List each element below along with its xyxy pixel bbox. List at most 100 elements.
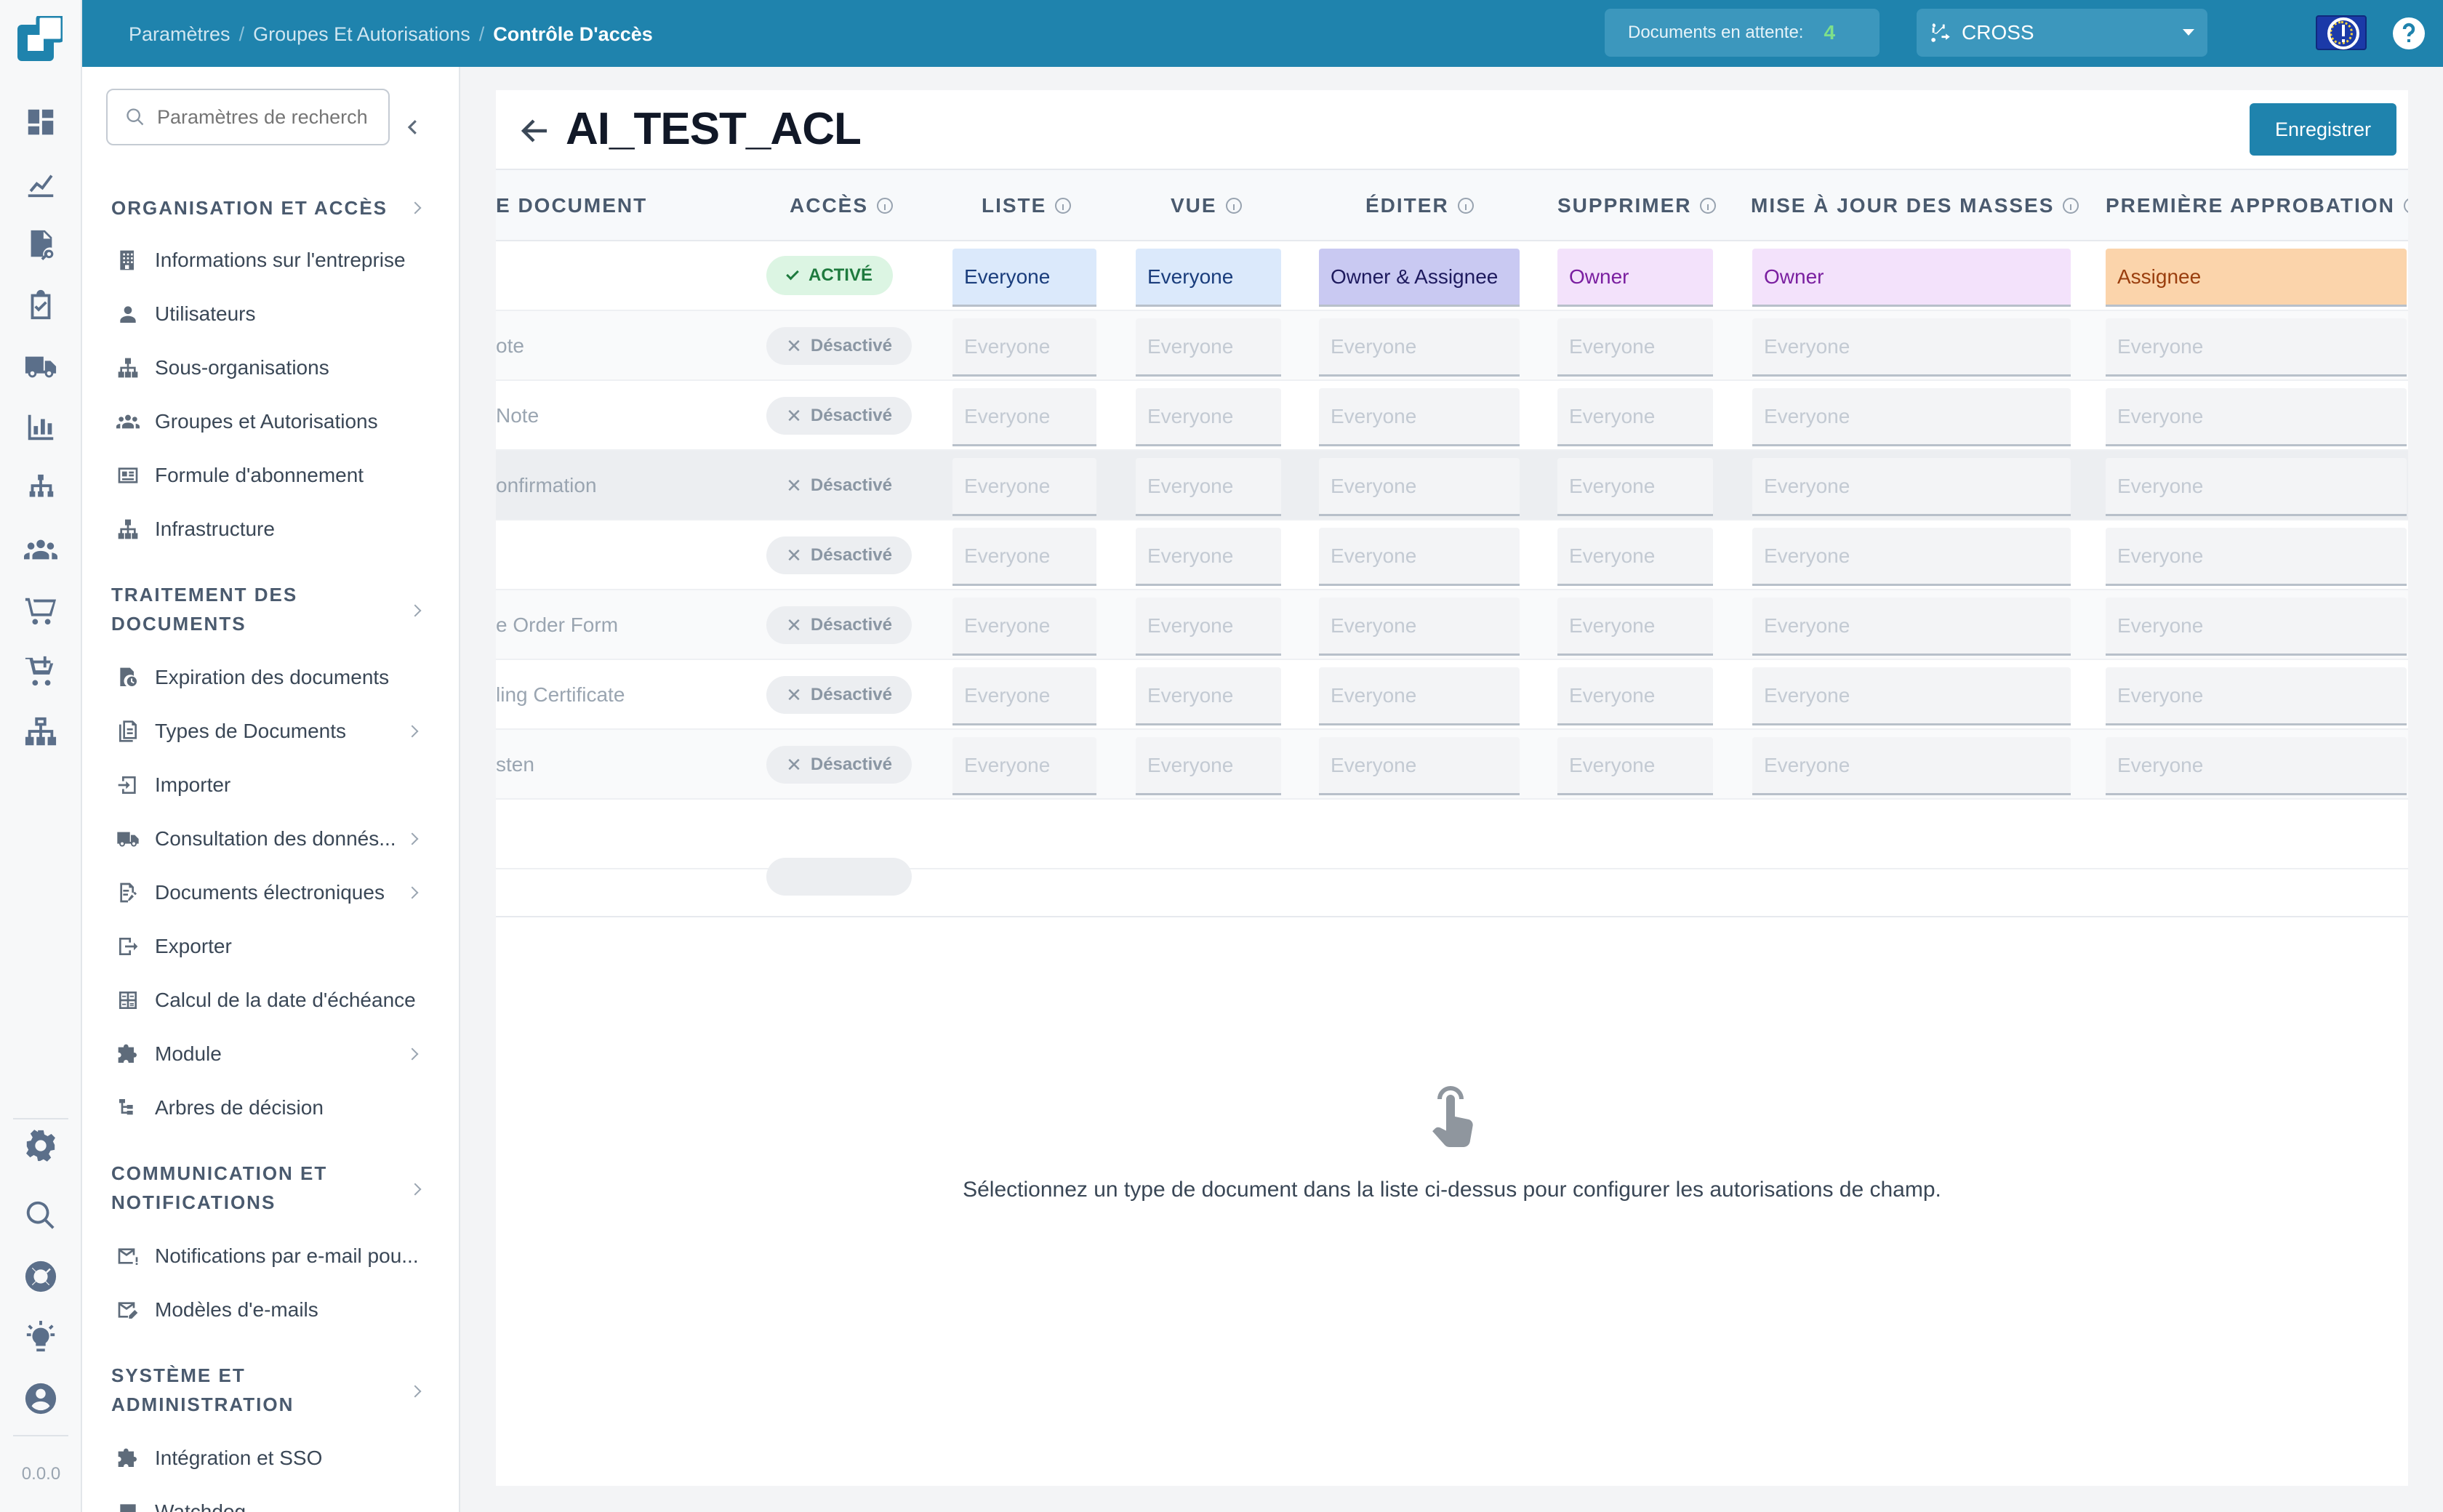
table-row[interactable]: e Order Form ✕ Désactivé Everyone Everyon… (496, 590, 2408, 660)
nav-sub-organisations[interactable]: Sous-organisations (116, 347, 428, 388)
col-document-type[interactable]: E DOCUMENT (496, 170, 647, 241)
bulk-update-permission-select[interactable]: Everyone (1752, 458, 2071, 516)
hierarchy-icon[interactable] (22, 470, 60, 507)
nav-e-documents[interactable]: Documents électroniques (116, 872, 428, 913)
nav-subscription[interactable]: Formule d'abonnement (116, 455, 428, 496)
access-toggle[interactable]: ✕ Désactivé (766, 327, 912, 365)
view-permission-select[interactable]: Everyone (1136, 318, 1281, 377)
nav-decision-trees[interactable]: Arbres de décision (116, 1087, 428, 1128)
access-toggle[interactable]: ✕ Désactivé (766, 606, 912, 644)
nav-infrastructure[interactable]: Infrastructure (116, 509, 428, 550)
list-permission-select[interactable]: Everyone (952, 528, 1096, 586)
nav-due-date[interactable]: Calcul de la date d'échéance (116, 980, 428, 1021)
back-arrow-icon[interactable] (518, 113, 553, 148)
analytics-icon[interactable] (22, 164, 60, 202)
first-approval-permission-select[interactable]: Everyone (2106, 667, 2407, 725)
table-row[interactable]: ACTIVÉ Everyone Everyone Owner & Assigne… (496, 241, 2408, 311)
view-permission-select[interactable]: Everyone (1136, 737, 1281, 795)
breadcrumb-item[interactable]: Paramètres (129, 23, 230, 46)
settings-search-input[interactable] (157, 105, 368, 129)
col-first-approval[interactable]: PREMIÈRE APPROBATION (2106, 170, 2408, 241)
cart-add-icon[interactable] (22, 653, 60, 691)
app-logo[interactable] (17, 16, 63, 61)
help-icon[interactable] (2391, 16, 2426, 51)
access-toggle[interactable]: ✕ Désactivé (766, 397, 912, 435)
nav-email-notifications[interactable]: Notifications par e-mail pou... (116, 1236, 428, 1276)
breadcrumb-item[interactable]: Groupes Et Autorisations (253, 23, 470, 46)
edit-permission-select[interactable]: Owner & Assignee (1319, 249, 1520, 307)
first-approval-permission-select[interactable]: Everyone (2106, 318, 2407, 377)
delete-permission-select[interactable]: Owner (1557, 249, 1713, 307)
nav-users[interactable]: Utilisateurs (116, 294, 428, 334)
save-button[interactable]: Enregistrer (2250, 103, 2396, 156)
bulk-update-permission-select[interactable]: Everyone (1752, 388, 2071, 446)
nav-module[interactable]: Module (116, 1034, 428, 1074)
nav-document-expiry[interactable]: Expiration des documents (116, 657, 428, 698)
shipping-icon[interactable] (22, 347, 60, 385)
first-approval-permission-select[interactable]: Everyone (2106, 598, 2407, 656)
col-list[interactable]: LISTE (982, 170, 1072, 241)
edit-permission-select[interactable]: Everyone (1319, 598, 1520, 656)
nav-company-info[interactable]: Informations sur l'entreprise (116, 240, 428, 281)
view-permission-select[interactable]: Everyone (1136, 598, 1281, 656)
edit-permission-select[interactable]: Everyone (1319, 458, 1520, 516)
col-access[interactable]: ACCÈS (790, 170, 894, 241)
info-icon[interactable] (877, 198, 894, 214)
nav-watchdog[interactable]: Watchdog (116, 1492, 428, 1512)
first-approval-permission-select[interactable]: Everyone (2106, 458, 2407, 516)
col-delete[interactable]: SUPPRIMER (1557, 170, 1717, 241)
access-toggle[interactable]: ✕ Désactivé (766, 746, 912, 784)
bulk-update-permission-select[interactable]: Everyone (1752, 528, 2071, 586)
bulk-update-permission-select[interactable]: Everyone (1752, 667, 2071, 725)
section-documents[interactable]: TRAITEMENT DES DOCUMENTS (111, 580, 402, 638)
search-icon[interactable] (22, 1197, 60, 1234)
task-check-icon[interactable] (22, 286, 60, 324)
alert-circle-icon[interactable] (2326, 16, 2361, 51)
edit-permission-select[interactable]: Everyone (1319, 318, 1520, 377)
table-row[interactable]: onfirmation ✕ Désactivé Everyone Everyone… (496, 451, 2408, 520)
cart-icon[interactable] (22, 592, 60, 630)
table-row[interactable] (496, 800, 2408, 896)
nav-document-types[interactable]: Types de Documents (116, 711, 428, 752)
dashboard-icon[interactable] (22, 103, 60, 141)
view-permission-select[interactable]: Everyone (1136, 458, 1281, 516)
info-icon[interactable] (1055, 198, 1072, 214)
delete-permission-select[interactable]: Everyone (1557, 458, 1713, 516)
first-approval-permission-select[interactable]: Everyone (2106, 737, 2407, 795)
users-group-icon[interactable] (22, 531, 60, 568)
first-approval-permission-select[interactable]: Assignee (2106, 249, 2407, 307)
nav-integration-sso[interactable]: Intégration et SSO (116, 1438, 428, 1479)
table-row[interactable]: ✕ Désactivé Everyone Everyone Everyone Ev… (496, 520, 2408, 590)
settings-search[interactable] (106, 89, 390, 145)
network-icon[interactable] (22, 714, 60, 752)
col-view[interactable]: VUE (1171, 170, 1242, 241)
info-icon[interactable] (1225, 198, 1242, 214)
document-search-icon[interactable] (22, 225, 60, 263)
list-permission-select[interactable]: Everyone (952, 737, 1096, 795)
access-toggle[interactable]: ✕ Désactivé (766, 467, 912, 504)
delete-permission-select[interactable]: Everyone (1557, 737, 1713, 795)
info-icon[interactable] (1700, 198, 1717, 214)
edit-permission-select[interactable]: Everyone (1319, 667, 1520, 725)
edit-permission-select[interactable]: Everyone (1319, 388, 1520, 446)
access-toggle[interactable]: ACTIVÉ (766, 256, 893, 295)
bulk-update-permission-select[interactable]: Everyone (1752, 737, 2071, 795)
delete-permission-select[interactable]: Everyone (1557, 667, 1713, 725)
first-approval-permission-select[interactable]: Everyone (2106, 528, 2407, 586)
section-system[interactable]: SYSTÈME ET ADMINISTRATION (111, 1361, 402, 1419)
support-lifebuoy-icon[interactable] (22, 1258, 60, 1295)
table-row[interactable]: ote ✕ Désactivé Everyone Everyone Everyon… (496, 311, 2408, 381)
first-approval-permission-select[interactable]: Everyone (2106, 388, 2407, 446)
list-permission-select[interactable]: Everyone (952, 458, 1096, 516)
table-row[interactable]: ling Certificate ✕ Désactivé Everyone Eve… (496, 660, 2408, 730)
view-permission-select[interactable]: Everyone (1136, 528, 1281, 586)
table-row[interactable]: Note ✕ Désactivé Everyone Everyone Everyo… (496, 381, 2408, 451)
col-edit[interactable]: ÉDITER (1365, 170, 1474, 241)
col-bulk-update[interactable]: MISE À JOUR DES MASSES (1751, 170, 2079, 241)
nav-email-templates[interactable]: Modèles d'e-mails (116, 1290, 428, 1330)
list-permission-select[interactable]: Everyone (952, 249, 1096, 307)
lightbulb-icon[interactable] (22, 1319, 60, 1356)
collapse-sidebar-icon[interactable] (402, 116, 424, 138)
bulk-update-permission-select[interactable]: Owner (1752, 249, 2071, 307)
info-icon[interactable] (1457, 198, 1474, 214)
